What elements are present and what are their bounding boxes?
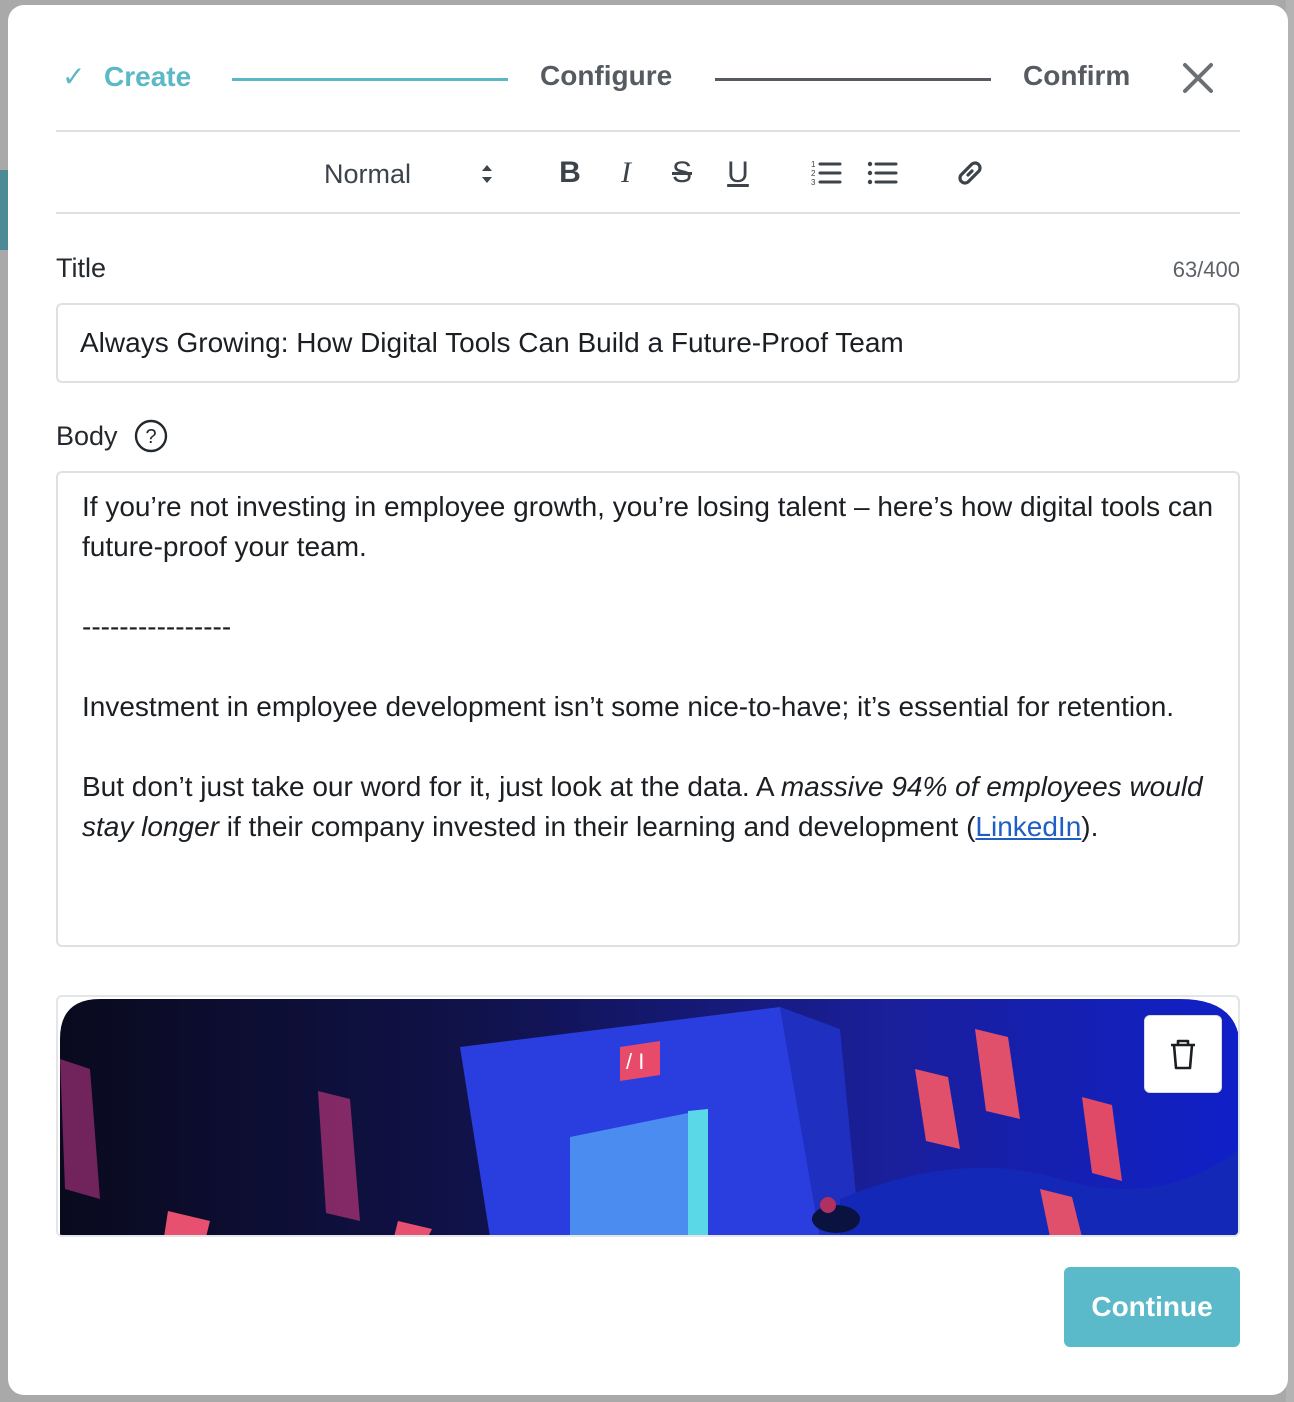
body-label: Body [56,421,118,451]
step-confirm[interactable]: Confirm [1023,60,1130,92]
body-editor[interactable]: If you’re not investing in employee grow… [56,471,1240,947]
title-char-counter: 63/400 [1172,257,1240,282]
image-preview: / I [56,995,1240,1237]
step-create[interactable]: ✓ Create [62,60,191,93]
stepper: ✓ Create Configure Confirm [56,50,1240,106]
divider-toolbar [56,212,1240,214]
underline-icon: U [727,156,749,189]
formatting-toolbar: Normal B I S U 1 2 3 [56,133,1240,213]
text-style-value: Normal [324,159,412,189]
close-button[interactable] [1180,60,1216,96]
select-arrows-icon [482,165,492,183]
svg-text:3: 3 [811,178,816,187]
continue-button[interactable]: Continue [1064,1267,1240,1347]
italic-button[interactable]: I [606,153,646,193]
link-icon [958,161,982,185]
underline-button[interactable]: U [718,153,758,193]
link-button[interactable] [950,153,990,193]
linkedin-link[interactable]: LinkedIn [975,811,1081,842]
ordered-list-button[interactable]: 1 2 3 [806,153,846,193]
strikethrough-icon: S [671,156,692,189]
body-blank-line [82,647,1214,687]
svg-text:1: 1 [811,160,816,169]
body-blank-line [82,727,1214,767]
create-post-modal: ✓ Create Configure Confirm Normal B I S [8,5,1288,1395]
italic-icon: I [621,156,631,189]
bullet-list-button[interactable] [862,153,902,193]
title-input[interactable]: Always Growing: How Digital Tools Can Bu… [56,303,1240,383]
body-paragraph-2: Investment in employee development isn’t… [82,691,1175,722]
trash-icon [1171,1039,1195,1070]
svg-text:?: ? [145,426,156,448]
header-image: / I [60,999,1238,1235]
divider-top [56,130,1240,132]
body-blank-line [82,567,1214,607]
close-icon [1183,63,1213,93]
ordered-list-icon: 1 2 3 [811,160,842,187]
body-separator: ---------------- [82,611,232,642]
help-circle-icon[interactable]: ? [134,419,168,453]
bold-button[interactable]: B [550,153,590,193]
strikethrough-button[interactable]: S [662,153,702,193]
body-text: if their company invested in their learn… [218,811,976,842]
body-text: But don’t just take our word for it, jus… [82,771,781,802]
bold-icon: B [559,156,581,189]
title-label: Title [56,253,107,283]
text-style-select[interactable]: Normal [324,155,494,191]
step-connector-1 [232,78,508,81]
step-create-label: Create [104,61,192,92]
background-accent-strip [0,170,8,250]
bullet-list-icon [867,161,898,185]
check-icon: ✓ [62,61,86,92]
svg-text:2: 2 [811,169,816,178]
delete-image-button[interactable] [1144,1015,1222,1093]
scene-sign-text: / I [626,1049,644,1074]
body-paragraph-3: But don’t just take our word for it, jus… [82,767,1214,847]
step-connector-2 [715,78,991,81]
body-paragraph-1: If you’re not investing in employee grow… [82,491,1214,562]
body-text: ). [1081,811,1099,842]
step-configure[interactable]: Configure [540,60,672,92]
